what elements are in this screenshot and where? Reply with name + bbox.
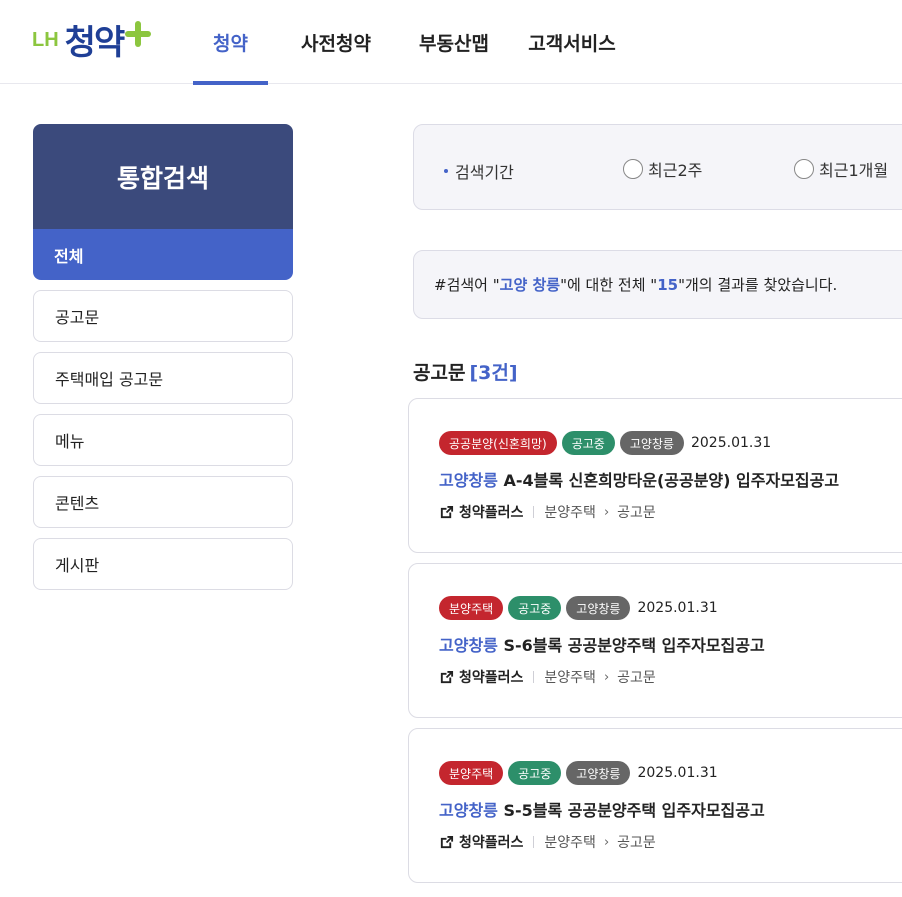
breadcrumb-type: 공고문 bbox=[617, 505, 656, 521]
result-keyword: 고양 창릉 bbox=[499, 276, 561, 294]
nav-item-cheongyak[interactable]: 청약 bbox=[193, 0, 268, 85]
breadcrumb-type: 공고문 bbox=[617, 670, 656, 686]
external-link-icon bbox=[440, 835, 454, 848]
notice-location: 고양창릉 bbox=[439, 471, 498, 490]
tag-list: 공공분양(신혼희망) 공고중 고양창릉 2025.01.31 bbox=[439, 431, 771, 455]
status-badge: 공고중 bbox=[508, 761, 562, 785]
sidebar-item-notices[interactable]: 공고문 bbox=[33, 290, 293, 342]
tag-list: 분양주택 공고중 고양창릉 2025.01.31 bbox=[439, 761, 718, 785]
section-title: 공고문 [3건] bbox=[413, 358, 518, 385]
nav-item-customer-service[interactable]: 고객서비스 bbox=[517, 0, 627, 84]
type-badge: 분양주택 bbox=[439, 761, 504, 785]
notice-path: 청약플러스 분양주택 › 공고문 bbox=[439, 502, 656, 522]
divider bbox=[533, 506, 535, 518]
source-link[interactable]: 청약플러스 bbox=[459, 832, 523, 852]
radio-circle-icon[interactable] bbox=[623, 159, 643, 179]
sidebar-title: 통합검색 bbox=[33, 124, 293, 230]
nav-item-real-estate-map[interactable]: 부동산맵 bbox=[409, 0, 499, 84]
chevron-right-icon: › bbox=[603, 669, 610, 685]
breadcrumb-category: 분양주택 bbox=[544, 835, 596, 851]
plus-icon bbox=[125, 21, 152, 47]
sidebar-item-board[interactable]: 게시판 bbox=[33, 538, 293, 590]
logo-lh-text: LH bbox=[32, 28, 59, 51]
notice-card[interactable]: 분양주택 공고중 고양창릉 2025.01.31 고양창릉 S-5블록 공공분양… bbox=[408, 728, 902, 883]
region-badge: 고양창릉 bbox=[619, 431, 684, 455]
sidebar-item-menu[interactable]: 메뉴 bbox=[33, 414, 293, 466]
type-badge: 공공분양(신혼희망) bbox=[439, 431, 557, 455]
source-link[interactable]: 청약플러스 bbox=[459, 667, 523, 687]
external-link-icon bbox=[440, 505, 454, 518]
chevron-right-icon: › bbox=[603, 834, 610, 850]
breadcrumb-category: 분양주택 bbox=[544, 670, 596, 686]
status-badge: 공고중 bbox=[508, 596, 562, 620]
section-title-text: 공고문 bbox=[413, 362, 466, 384]
divider bbox=[533, 836, 535, 848]
main-nav: 청약 사전청약 부동산맵 고객서비스 bbox=[193, 0, 627, 85]
notice-date: 2025.01.31 bbox=[690, 435, 772, 451]
region-badge: 고양창릉 bbox=[566, 596, 631, 620]
period-label: 검색기간 bbox=[444, 159, 514, 183]
tag-list: 분양주택 공고중 고양창릉 2025.01.31 bbox=[439, 596, 718, 620]
search-period-filter: 검색기간 최근2주 최근1개월 bbox=[413, 124, 902, 210]
nav-item-pre-subscription[interactable]: 사전청약 bbox=[281, 0, 391, 84]
result-prefix: #검색어 " bbox=[434, 276, 500, 294]
source-link[interactable]: 청약플러스 bbox=[459, 502, 523, 522]
logo-main-text: 청약 bbox=[64, 22, 126, 63]
notice-path: 청약플러스 분양주택 › 공고문 bbox=[439, 832, 656, 852]
radio-label: 최근1개월 bbox=[819, 161, 889, 180]
result-count: 15 bbox=[657, 275, 679, 294]
notice-title: A-4블록 신혼희망타운(공공분양) 입주자모집공고 bbox=[503, 471, 840, 490]
notice-card[interactable]: 분양주택 공고중 고양창릉 2025.01.31 고양창릉 S-6블록 공공분양… bbox=[408, 563, 902, 718]
bullet-icon bbox=[444, 169, 448, 173]
external-link-icon bbox=[440, 670, 454, 683]
notice-location: 고양창릉 bbox=[439, 636, 498, 655]
result-middle: "에 대한 전체 " bbox=[560, 276, 658, 294]
sidebar-item-housing-purchase-notices[interactable]: 주택매입 공고문 bbox=[33, 352, 293, 404]
divider bbox=[533, 671, 535, 683]
radio-label: 최근2주 bbox=[648, 161, 703, 180]
notice-path: 청약플러스 분양주택 › 공고문 bbox=[439, 667, 656, 687]
region-badge: 고양창릉 bbox=[566, 761, 631, 785]
notice-title: S-5블록 공공분양주택 입주자모집공고 bbox=[503, 801, 765, 820]
notice-title-link[interactable]: 고양창릉 S-6블록 공공분양주택 입주자모집공고 bbox=[439, 632, 765, 656]
search-sidebar: 통합검색 전체 공고문 주택매입 공고문 메뉴 콘텐츠 게시판 bbox=[33, 124, 293, 590]
lh-logo[interactable]: LH 청약 bbox=[32, 14, 152, 64]
notice-title-link[interactable]: 고양창릉 S-5블록 공공분양주택 입주자모집공고 bbox=[439, 797, 765, 821]
search-result-summary: #검색어 " 고양 창릉 "에 대한 전체 " 15 "개의 결과를 찾았습니다. bbox=[413, 250, 902, 319]
result-suffix: "개의 결과를 찾았습니다. bbox=[678, 276, 838, 294]
notice-date: 2025.01.31 bbox=[637, 600, 718, 616]
notice-title-link[interactable]: 고양창릉 A-4블록 신혼희망타운(공공분양) 입주자모집공고 bbox=[439, 467, 839, 491]
chevron-right-icon: › bbox=[603, 504, 610, 520]
notice-location: 고양창릉 bbox=[439, 801, 498, 820]
sidebar-item-contents[interactable]: 콘텐츠 bbox=[33, 476, 293, 528]
notice-date: 2025.01.31 bbox=[637, 765, 718, 781]
notice-title: S-6블록 공공분양주택 입주자모집공고 bbox=[503, 636, 765, 655]
breadcrumb-type: 공고문 bbox=[617, 835, 656, 851]
radio-circle-icon[interactable] bbox=[794, 159, 814, 179]
type-badge: 분양주택 bbox=[439, 596, 504, 620]
radio-recent-1-month[interactable]: 최근1개월 bbox=[794, 157, 888, 181]
status-badge: 공고중 bbox=[561, 431, 615, 455]
breadcrumb-category: 분양주택 bbox=[544, 505, 596, 521]
header: LH 청약 청약 사전청약 부동산맵 고객서비스 bbox=[0, 0, 902, 85]
notice-card[interactable]: 공공분양(신혼희망) 공고중 고양창릉 2025.01.31 고양창릉 A-4블… bbox=[408, 398, 902, 553]
section-count: [3건] bbox=[469, 362, 518, 384]
radio-recent-2-weeks[interactable]: 최근2주 bbox=[623, 157, 702, 181]
sidebar-item-all[interactable]: 전체 bbox=[33, 229, 293, 280]
period-label-text: 검색기간 bbox=[455, 163, 514, 182]
